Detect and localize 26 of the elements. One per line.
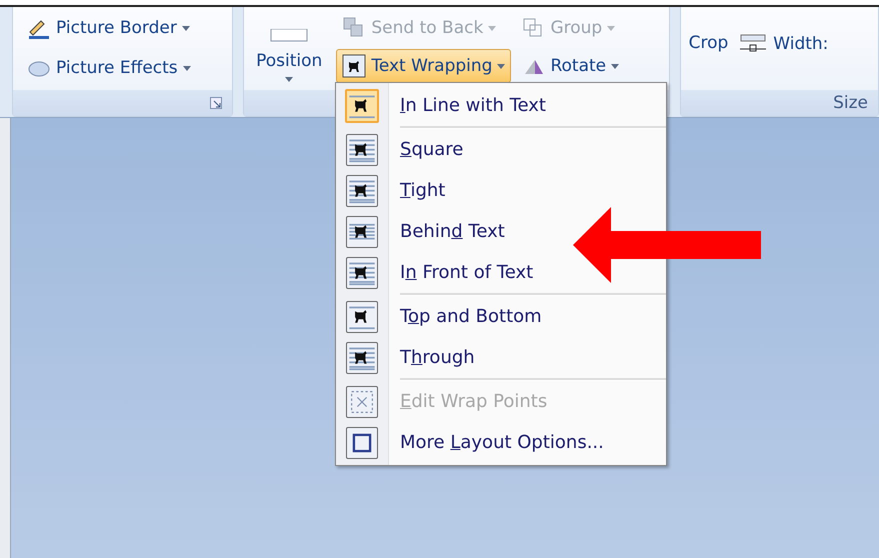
caret-icon (182, 66, 191, 70)
caret-icon (497, 64, 506, 68)
group-label: Size (833, 93, 868, 113)
ribbon-button[interactable]: Text Wrapping (336, 49, 512, 83)
menu-item[interactable]: In Front of Text (400, 262, 534, 283)
width-label: Width: (773, 34, 828, 54)
dialog-launcher-icon[interactable] (210, 97, 222, 109)
caret-icon (607, 26, 616, 30)
menu-item[interactable]: More Layout Options... (400, 432, 604, 453)
caret-icon (488, 26, 496, 30)
menu-item[interactable]: Tight (400, 180, 446, 201)
caret-icon (285, 77, 294, 82)
menu-item[interactable]: Square (400, 139, 464, 160)
menu-item[interactable]: Behind Text (400, 221, 505, 242)
position-icon (269, 29, 310, 43)
menu-item[interactable]: Top and Bottom (400, 306, 542, 327)
position-button[interactable]: Position (252, 11, 326, 90)
caret-icon (611, 64, 620, 68)
caret-icon (182, 26, 190, 30)
menu-item[interactable]: Through (400, 347, 475, 368)
menu-item[interactable]: In Line with Text (400, 95, 546, 116)
crop-button[interactable]: Crop (688, 33, 728, 53)
wrap-icon (342, 54, 366, 78)
ribbon-button[interactable]: Picture Border (21, 11, 197, 45)
ribbon-button[interactable]: Picture Effects (21, 51, 197, 85)
ribbon-button[interactable]: Rotate (515, 49, 626, 83)
